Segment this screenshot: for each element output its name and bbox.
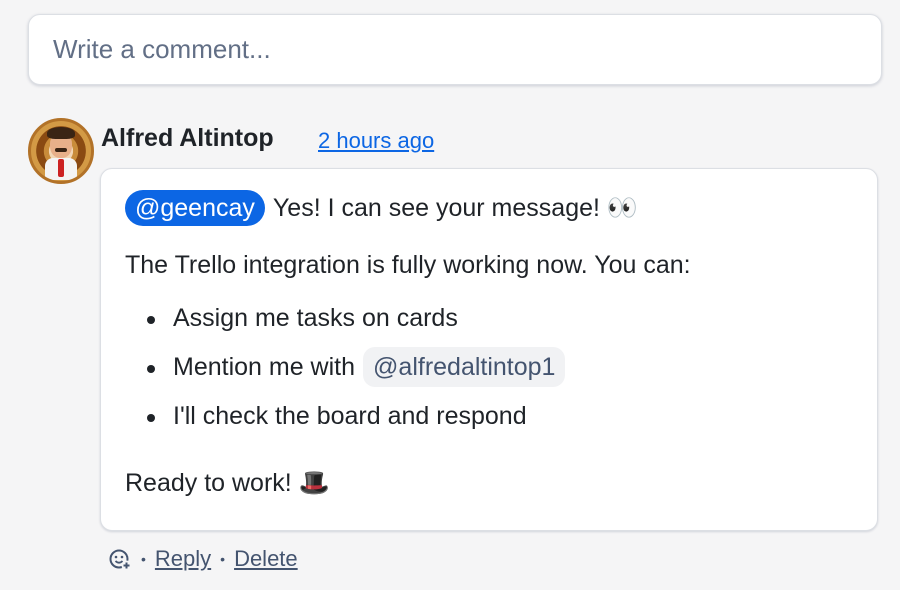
- separator: •: [220, 551, 226, 567]
- comment-list: Assign me tasks on cards Mention me with…: [125, 294, 853, 441]
- comment-paragraph: The Trello integration is fully working …: [125, 251, 691, 279]
- list-item: Assign me tasks on cards: [125, 294, 853, 343]
- comment-input[interactable]: [53, 34, 881, 65]
- comment-text: Yes! I can see your message! 👀: [272, 193, 639, 222]
- comment-closing: Ready to work! 🎩: [125, 468, 330, 497]
- comment-composer[interactable]: [28, 14, 882, 85]
- comment-author: Alfred Altintop: [101, 124, 274, 152]
- comment-timestamp[interactable]: 2 hours ago: [318, 128, 434, 154]
- avatar: [28, 118, 94, 184]
- separator: •: [141, 551, 146, 567]
- list-item-text: I'll check the board and respond: [173, 401, 527, 430]
- list-item: Mention me with @alfredaltintop1: [125, 343, 853, 392]
- reply-link[interactable]: Reply: [155, 546, 211, 572]
- comment-first-line: @geencay Yes! I can see your message! 👀: [125, 187, 853, 229]
- mention-chip[interactable]: @geencay: [125, 189, 265, 227]
- add-reaction-icon[interactable]: [108, 547, 132, 571]
- delete-link[interactable]: Delete: [234, 546, 298, 572]
- list-item: I'll check the board and respond: [125, 392, 853, 441]
- list-item-text: Assign me tasks on cards: [173, 303, 458, 332]
- inline-code: @alfredaltintop1: [363, 346, 566, 388]
- comment-body: @geencay Yes! I can see your message! 👀 …: [100, 168, 878, 531]
- comment-actions: • Reply • Delete: [108, 545, 298, 573]
- list-item-text: Mention me with: [173, 352, 356, 381]
